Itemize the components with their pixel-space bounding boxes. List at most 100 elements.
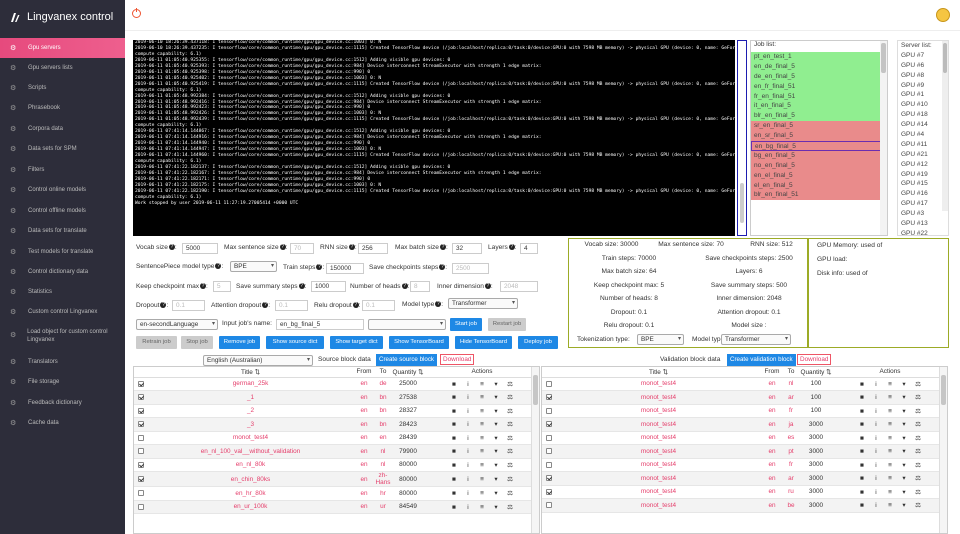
filter-icon[interactable]: ▾ xyxy=(489,407,503,415)
cell-title[interactable]: monot_test4 xyxy=(556,431,761,445)
scale-icon[interactable]: ⚖ xyxy=(911,393,925,401)
server-list-item[interactable]: GPU #15 xyxy=(898,179,948,189)
list-icon[interactable]: ≡ xyxy=(475,435,489,442)
brand[interactable]: Lingvanex control xyxy=(0,0,125,34)
relu-dropout-input[interactable]: 0.1 xyxy=(362,300,395,311)
trash-icon[interactable]: ■ xyxy=(855,489,869,496)
info-icon[interactable]: i xyxy=(461,435,475,442)
cell-title[interactable]: german_25k xyxy=(148,377,353,391)
scale-icon[interactable]: ⚖ xyxy=(503,434,517,442)
validation-table-scrollbar[interactable] xyxy=(939,367,947,533)
trash-icon[interactable]: ■ xyxy=(855,475,869,482)
job-list-item[interactable]: it_en_final_5 xyxy=(751,101,887,112)
scale-icon[interactable]: ⚖ xyxy=(503,475,517,483)
cell-title[interactable]: en_ur_100k xyxy=(148,500,353,514)
model-type-select[interactable]: Transformer xyxy=(448,298,518,309)
scale-icon[interactable]: ⚖ xyxy=(503,447,517,455)
sentencepiece-model-type-select[interactable]: BPE xyxy=(230,261,277,272)
row-checkbox[interactable] xyxy=(546,394,552,401)
help-icon[interactable]: ? xyxy=(215,263,222,270)
sidebar-item[interactable]: ⚙ Gpu servers lists xyxy=(0,58,125,78)
max-batch-size-input[interactable]: 32 xyxy=(452,243,482,254)
help-icon[interactable]: ? xyxy=(508,244,515,251)
help-icon[interactable]: ? xyxy=(316,264,323,271)
filter-icon[interactable]: ▾ xyxy=(489,489,503,497)
filter-icon[interactable]: ▾ xyxy=(489,420,503,428)
keep-checkpoint-max-input[interactable]: 5 xyxy=(213,281,231,292)
model-type-param-select[interactable]: Transformer xyxy=(721,334,791,345)
list-icon[interactable]: ≡ xyxy=(883,408,897,415)
server-list-item[interactable]: GPU #14 xyxy=(898,120,948,130)
filter-icon[interactable]: ▾ xyxy=(489,380,503,388)
table-row[interactable]: monot_test4 en fr 3000 ■ i ≡ ▾ ⚖ xyxy=(542,458,947,472)
row-checkbox[interactable] xyxy=(546,461,552,468)
server-list-item[interactable]: GPU #12 xyxy=(898,160,948,170)
row-checkbox[interactable] xyxy=(546,502,552,509)
info-icon[interactable]: i xyxy=(461,490,475,497)
cell-title[interactable]: _3 xyxy=(148,417,353,432)
job-list-item[interactable]: de_en_final_5 xyxy=(751,71,887,82)
cell-title[interactable]: _1 xyxy=(148,390,353,405)
scale-icon[interactable]: ⚖ xyxy=(911,488,925,496)
filter-icon[interactable]: ▾ xyxy=(897,447,911,455)
sort-icon[interactable]: ⇅ xyxy=(255,369,260,376)
table-row[interactable]: _2 en bn 28327 ■ i ≡ ▾ ⚖ xyxy=(134,404,539,418)
table-row[interactable]: _3 en bn 28423 ■ i ≡ ▾ ⚖ xyxy=(134,417,539,432)
help-icon[interactable]: ? xyxy=(348,244,355,251)
cell-title[interactable]: monot_test4 xyxy=(556,471,761,486)
list-icon[interactable]: ≡ xyxy=(475,462,489,469)
dropout-input[interactable]: 0.1 xyxy=(172,300,205,311)
job-list-item[interactable]: fr_en_final_51 xyxy=(751,91,887,102)
job-list-item[interactable]: bg_en_final_5 xyxy=(751,150,887,161)
sidebar-item[interactable]: ⚙ Custom control Lingvanex xyxy=(0,302,125,322)
row-checkbox[interactable] xyxy=(546,407,552,414)
table-row[interactable]: monot_test4 en ru 3000 ■ i ≡ ▾ ⚖ xyxy=(542,485,947,499)
row-checkbox[interactable] xyxy=(138,490,144,497)
filter-icon[interactable]: ▾ xyxy=(897,407,911,415)
server-list-item[interactable]: GPU #7 xyxy=(898,51,948,61)
info-icon[interactable]: i xyxy=(869,462,883,469)
start-job-button[interactable]: Start job xyxy=(450,318,482,331)
help-icon[interactable]: ? xyxy=(298,283,305,290)
sidebar-item[interactable]: ⚙ Test models for translate xyxy=(0,242,125,262)
power-icon[interactable] xyxy=(132,8,141,18)
trash-icon[interactable]: ■ xyxy=(855,462,869,469)
validation-download-button[interactable]: Download xyxy=(797,354,832,365)
row-checkbox[interactable] xyxy=(138,475,144,482)
table-row[interactable]: german_25k en de 25000 ■ i ≡ ▾ ⚖ xyxy=(134,377,539,391)
list-icon[interactable]: ≡ xyxy=(475,408,489,415)
job-list-item[interactable]: en_bg_final_5 xyxy=(751,141,887,151)
sidebar-item[interactable]: ⚙ Control offline models xyxy=(0,201,125,221)
col-title[interactable]: Title ⇅ xyxy=(556,367,761,378)
info-icon[interactable]: i xyxy=(461,504,475,511)
list-icon[interactable]: ≡ xyxy=(883,475,897,482)
info-icon[interactable]: i xyxy=(869,435,883,442)
help-icon[interactable]: ? xyxy=(200,283,207,290)
vocab-size-input[interactable]: 5000 xyxy=(182,243,218,254)
job-list-item[interactable]: blr_en_final_5 xyxy=(751,111,887,122)
source-download-button[interactable]: Download xyxy=(440,354,475,365)
filter-icon[interactable]: ▾ xyxy=(897,488,911,496)
sidebar-item[interactable]: ⚙ Scripts xyxy=(0,78,125,98)
sort-icon[interactable]: ⇅ xyxy=(826,369,831,376)
help-icon[interactable]: ? xyxy=(401,283,408,290)
cell-title[interactable]: monot_test4 xyxy=(556,458,761,472)
row-checkbox[interactable] xyxy=(546,380,552,387)
scale-icon[interactable]: ⚖ xyxy=(911,447,925,455)
table-row[interactable]: monot_test4 en ar 3000 ■ i ≡ ▾ ⚖ xyxy=(542,471,947,486)
row-checkbox[interactable] xyxy=(546,488,552,495)
trash-icon[interactable]: ■ xyxy=(447,504,461,511)
scale-icon[interactable]: ⚖ xyxy=(503,380,517,388)
job-name-input[interactable]: en_bg_final_5 xyxy=(276,319,364,330)
row-checkbox[interactable] xyxy=(138,421,144,428)
trash-icon[interactable]: ■ xyxy=(447,408,461,415)
server-list-item[interactable]: GPU #10 xyxy=(898,100,948,110)
table-row[interactable]: en_ur_100k en ur 84549 ■ i ≡ ▾ ⚖ xyxy=(134,500,539,514)
server-list-item[interactable]: GPU #6 xyxy=(898,61,948,71)
create-validation-block-button[interactable]: Create validation block xyxy=(727,354,796,366)
deploy-job-button[interactable]: Deploy job xyxy=(518,336,558,349)
trash-icon[interactable]: ■ xyxy=(447,490,461,497)
info-icon[interactable]: i xyxy=(461,421,475,428)
scale-icon[interactable]: ⚖ xyxy=(911,380,925,388)
row-checkbox[interactable] xyxy=(546,421,552,428)
